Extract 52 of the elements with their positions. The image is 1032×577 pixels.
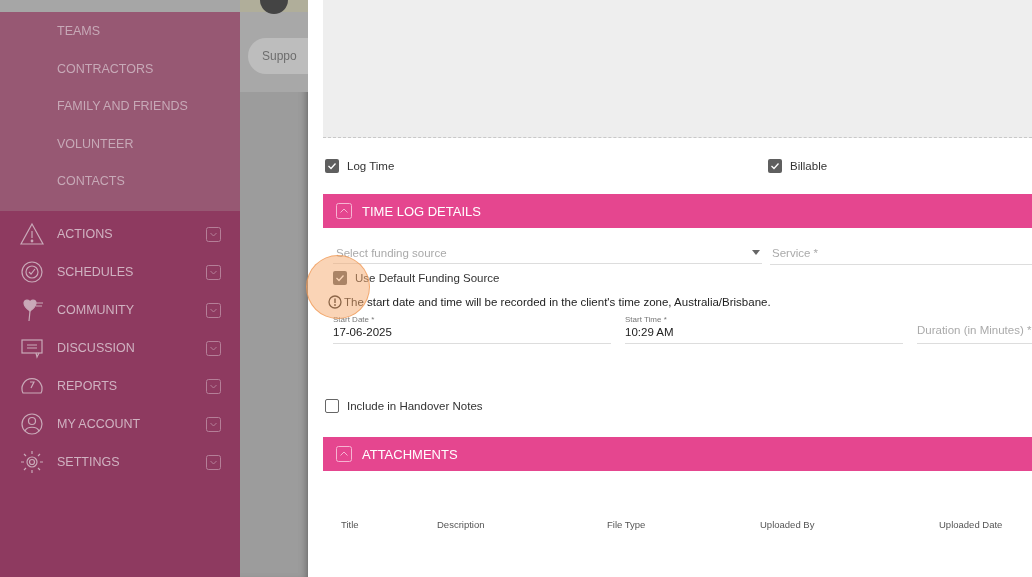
chevron-icon[interactable] — [206, 454, 221, 470]
chevron-icon[interactable] — [206, 416, 221, 432]
nav-item[interactable]: ACTIONS — [0, 215, 240, 253]
column-header: Title — [341, 519, 360, 530]
clock-icon — [19, 259, 45, 285]
checkbox-label: Log Time — [347, 160, 395, 172]
nav-item[interactable]: DISCUSSION — [0, 329, 240, 367]
submenu-item[interactable]: VOLUNTEER — [57, 135, 134, 152]
section-header[interactable]: ATTACHMENTS — [323, 437, 1032, 471]
notes-field[interactable] — [323, 0, 1032, 138]
checkbox[interactable] — [768, 159, 782, 173]
settings-icon — [19, 449, 45, 475]
column-header: Uploaded Date — [939, 519, 1003, 530]
submenu-item[interactable]: TEAMS — [57, 23, 101, 39]
duration-field[interactable]: Duration (in Minutes) * — [917, 315, 1032, 344]
section-header[interactable]: TIME LOG DETAILS — [323, 194, 1032, 228]
check-icon — [770, 161, 780, 171]
checkbox[interactable] — [333, 271, 347, 285]
chevron-icon[interactable] — [206, 264, 221, 280]
start-time-field[interactable]: Start Time * 10:29 AM — [625, 315, 903, 344]
column-header: Uploaded By — [760, 519, 816, 530]
dropdown-arrow-icon — [752, 250, 760, 255]
checkbox-label: Use Default Funding Source — [355, 272, 500, 284]
info-icon — [328, 295, 342, 309]
info-text: The start date and time will be recorded in the client's time zone, Australia/Brisbane. — [344, 296, 771, 308]
chevron-icon[interactable] — [206, 378, 221, 394]
section-title: TIME LOG DETAILS — [362, 203, 481, 219]
section-title: ATTACHMENTS — [362, 446, 458, 462]
checkbox[interactable] — [325, 159, 339, 173]
submenu-item[interactable]: FAMILY AND FRIENDS — [57, 98, 188, 115]
nav-item[interactable]: MY ACCOUNT — [0, 405, 240, 443]
warning-icon — [19, 221, 45, 247]
chevron-icon[interactable] — [206, 226, 221, 242]
chevron-icon[interactable] — [206, 340, 221, 356]
check-icon — [327, 161, 337, 171]
check-icon — [335, 273, 345, 283]
nav-item[interactable]: REPORTS — [0, 367, 240, 405]
chevron-icon[interactable] — [206, 302, 221, 318]
checkbox[interactable] — [325, 399, 339, 413]
search-field[interactable]: Suppo — [248, 38, 308, 74]
submenu-item[interactable]: CONTACTS — [57, 173, 125, 190]
column-header: File Type — [607, 519, 647, 530]
checkbox-label: Include in Handover Notes — [347, 400, 483, 412]
funding-source-select[interactable]: Select funding source — [333, 242, 762, 264]
user-icon — [19, 411, 45, 437]
column-header: Description — [437, 519, 486, 530]
submenu-item[interactable]: CONTRACTORS — [57, 60, 154, 77]
nav-item[interactable]: SETTINGS — [0, 443, 240, 481]
nav-item[interactable]: COMMUNITY — [0, 291, 240, 329]
service-field[interactable]: Service * — [770, 242, 1032, 265]
nav-item[interactable]: SCHEDULES — [0, 253, 240, 291]
checkbox-label: Billable — [790, 160, 828, 172]
